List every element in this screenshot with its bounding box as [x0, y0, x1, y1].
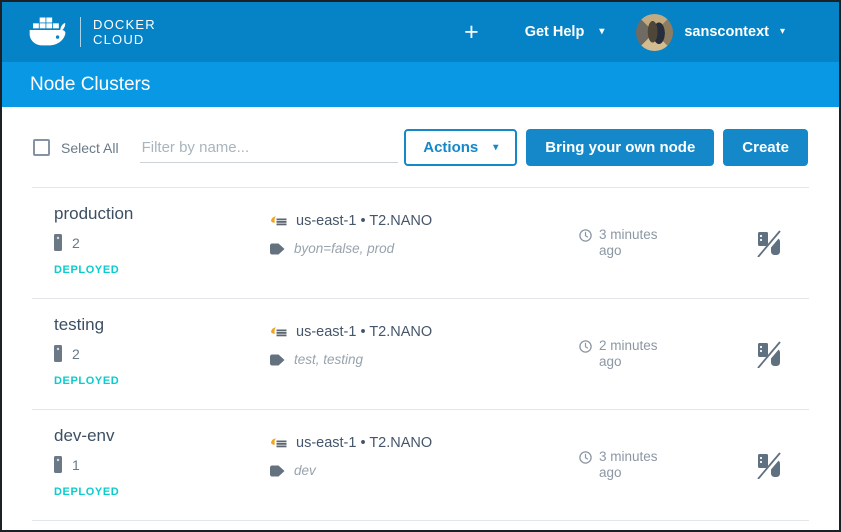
region-instance-label: us-east-1 • T2.NANO: [296, 213, 432, 229]
app-window: DOCKER CLOUD + Get Help ▾ sanscontext ▾ …: [0, 0, 841, 532]
aws-provider-icon: [270, 437, 287, 449]
select-all-label: Select All: [61, 140, 119, 156]
tags-label: byon=false, prod: [294, 241, 394, 256]
clock-icon: [579, 338, 592, 353]
updated-time: 3 minutes ago: [599, 449, 671, 481]
user-avatar: [636, 14, 673, 51]
metrics-disabled-icon: [757, 452, 782, 479]
page-title: Node Clusters: [30, 74, 150, 96]
node-icon: [54, 345, 62, 362]
brand[interactable]: DOCKER CLOUD: [28, 16, 156, 49]
tags-label: dev: [294, 463, 316, 478]
select-all-checkbox[interactable]: [33, 139, 50, 156]
cluster-row[interactable]: production 2 DEPLOYED: [32, 188, 809, 299]
app-header: DOCKER CLOUD + Get Help ▾ sanscontext ▾: [2, 2, 839, 62]
user-menu[interactable]: sanscontext ▾: [636, 14, 785, 51]
docker-whale-logo-icon: [28, 16, 68, 49]
cluster-list: production 2 DEPLOYED: [32, 187, 809, 521]
chevron-down-icon: ▾: [780, 27, 785, 37]
aws-provider-icon: [270, 215, 287, 227]
chevron-down-icon: ▾: [493, 143, 498, 153]
add-button[interactable]: +: [458, 18, 485, 47]
chevron-down-icon: ▾: [599, 27, 604, 37]
username: sanscontext: [684, 24, 769, 40]
region-instance-label: us-east-1 • T2.NANO: [296, 435, 432, 451]
cluster-name[interactable]: production: [54, 204, 270, 224]
page-header: Node Clusters: [2, 62, 839, 107]
status-badge: DEPLOYED: [54, 486, 270, 498]
node-icon: [54, 456, 62, 473]
cluster-row[interactable]: dev-env 1 DEPLOYED: [32, 410, 809, 521]
node-icon: [54, 234, 62, 251]
metrics-disabled-icon: [757, 230, 782, 257]
aws-provider-icon: [270, 326, 287, 338]
cluster-row[interactable]: testing 2 DEPLOYED: [32, 299, 809, 410]
toolbar: Select All Actions ▾ Bring your own node…: [2, 107, 839, 166]
clock-icon: [579, 227, 592, 242]
status-badge: DEPLOYED: [54, 264, 270, 276]
metrics-disabled-icon: [757, 341, 782, 368]
cluster-name[interactable]: dev-env: [54, 426, 270, 446]
brand-divider: [80, 17, 81, 47]
node-count: 1: [72, 457, 80, 473]
filter-input[interactable]: [140, 133, 398, 163]
region-instance-label: us-east-1 • T2.NANO: [296, 324, 432, 340]
tags-label: test, testing: [294, 352, 363, 367]
tag-icon: [270, 243, 285, 255]
brand-text: DOCKER CLOUD: [93, 17, 156, 47]
cluster-name[interactable]: testing: [54, 315, 270, 335]
tag-icon: [270, 354, 285, 366]
node-count: 2: [72, 235, 80, 251]
status-badge: DEPLOYED: [54, 375, 270, 387]
actions-button[interactable]: Actions ▾: [404, 129, 517, 166]
clock-icon: [579, 449, 592, 464]
node-count: 2: [72, 346, 80, 362]
tag-icon: [270, 465, 285, 477]
updated-time: 3 minutes ago: [599, 227, 671, 259]
updated-time: 2 minutes ago: [599, 338, 671, 370]
bring-your-own-node-button[interactable]: Bring your own node: [526, 129, 714, 166]
create-button[interactable]: Create: [723, 129, 808, 166]
get-help-menu[interactable]: Get Help ▾: [525, 24, 605, 40]
